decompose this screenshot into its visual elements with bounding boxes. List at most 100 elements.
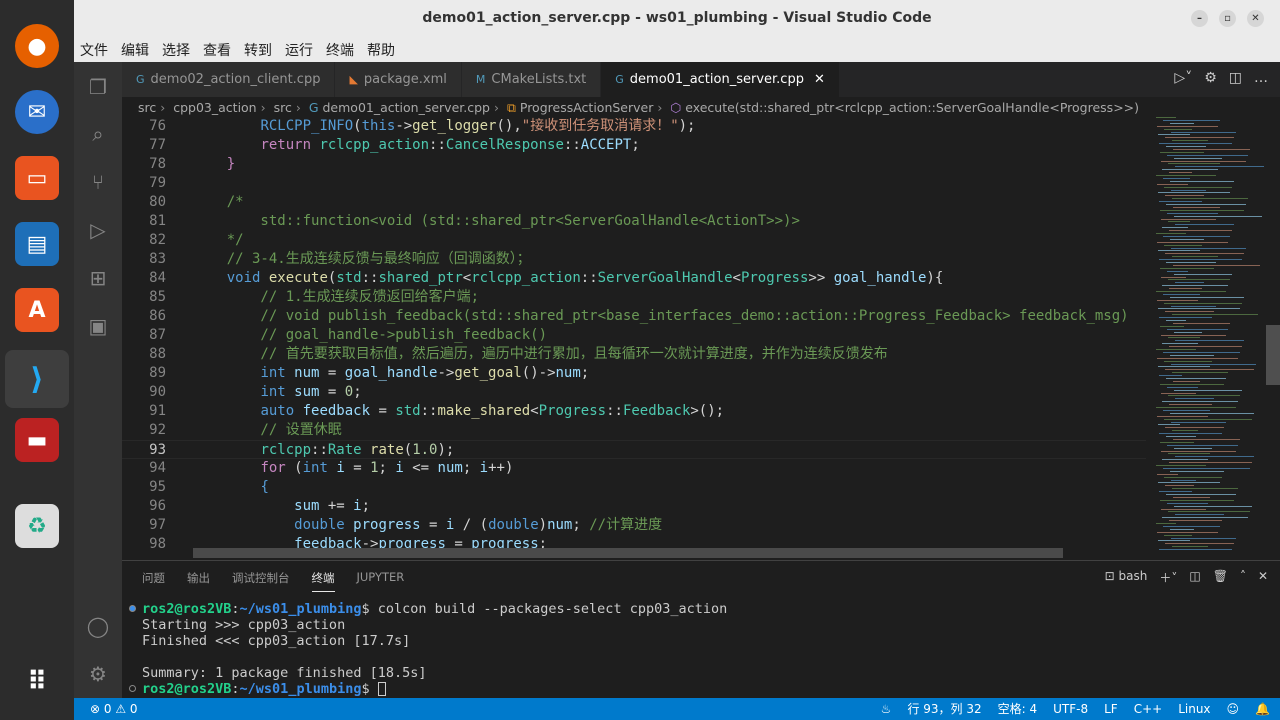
menu-edit[interactable]: 编辑 — [121, 40, 149, 60]
writer-icon[interactable]: ▤ — [15, 222, 59, 266]
code-line[interactable]: 80 /* — [122, 193, 1146, 212]
code-line[interactable]: 86 // void publish_feedback(std::shared_… — [122, 307, 1146, 326]
breadcrumb-item[interactable]: demo01_action_server.cpp — [323, 100, 490, 115]
code-line[interactable]: 83 // 3-4.生成连续反馈与最终响应（回调函数）； — [122, 250, 1146, 269]
thunderbird-icon[interactable]: ✉ — [15, 90, 59, 134]
platform[interactable]: Linux — [1178, 698, 1210, 720]
split-terminal-icon[interactable]: ◫ — [1189, 569, 1200, 586]
tab-cmakelists[interactable]: M CMakeLists.txt — [461, 62, 602, 97]
remote-explorer-icon[interactable]: ▣ — [86, 314, 110, 338]
settings-gear-icon[interactable]: ⚙ — [1204, 70, 1217, 86]
extensions-icon[interactable]: ⊞ — [86, 266, 110, 290]
ubuntu-dock: ● ✉ ▭ ▤ A ⟩ ▬ ♻ ⠿ — [0, 0, 74, 720]
code-line[interactable]: 91 auto feedback = std::make_shared<Prog… — [122, 402, 1146, 421]
minimap-line — [1156, 117, 1176, 118]
vscode-icon[interactable]: ⟩ — [5, 350, 69, 408]
split-editor-icon[interactable]: ◫ — [1229, 70, 1242, 86]
tab-package-xml[interactable]: ◣ package.xml — [335, 62, 462, 97]
horizontal-scrollbar[interactable] — [193, 548, 1063, 558]
code-line[interactable]: 88 // 首先要获取目标值，然后遍历，遍历中进行累加，且每循环一次就计算进度，… — [122, 345, 1146, 364]
code-line[interactable]: 89 int num = goal_handle->get_goal()->nu… — [122, 364, 1146, 383]
code-line[interactable]: 97 double progress = i / (double)num; //… — [122, 516, 1146, 535]
code-line[interactable]: 82 */ — [122, 231, 1146, 250]
code-line[interactable]: 87 // goal_handle->publish_feedback() — [122, 326, 1146, 345]
new-terminal-icon[interactable]: ＋˅ — [1159, 569, 1177, 586]
tab-demo02-action-client[interactable]: Gdemo02_action_client.cpp — [122, 62, 336, 97]
code-line[interactable]: 93 rclcpp::Rate rate(1.0); — [122, 440, 1146, 459]
encoding[interactable]: UTF-8 — [1053, 698, 1088, 720]
explorer-icon[interactable]: ❐ — [86, 75, 110, 99]
terminal-shell-selector[interactable]: ⊡ bash — [1105, 569, 1148, 586]
code-line[interactable]: 77 return rclcpp_action::CancelResponse:… — [122, 136, 1146, 155]
line-ending[interactable]: LF — [1104, 698, 1118, 720]
notifications-icon[interactable]: 🔔 — [1255, 698, 1270, 720]
close-panel-icon[interactable]: ✕ — [1258, 569, 1268, 586]
menu-run[interactable]: 运行 — [285, 40, 313, 60]
flame-icon[interactable]: ♨ — [881, 698, 892, 720]
language-mode[interactable]: C++ — [1134, 698, 1163, 720]
code-line[interactable]: 81 std::function<void (std::shared_ptr<S… — [122, 212, 1146, 231]
maximize-button[interactable]: ▫ — [1219, 10, 1236, 27]
panel-tab-problems[interactable]: 问题 — [142, 570, 165, 592]
problems-status[interactable]: ⊗ 0 ⚠ 0 — [90, 698, 138, 720]
close-tab-icon[interactable]: ✕ — [814, 72, 825, 87]
command-status-dot[interactable] — [129, 685, 136, 692]
files-icon[interactable]: ▭ — [15, 156, 59, 200]
code-line[interactable]: 85 // 1.生成连续反馈返回给客户端; — [122, 288, 1146, 307]
code-line[interactable]: 90 int sum = 0; — [122, 383, 1146, 402]
shell-name: bash — [1118, 569, 1148, 583]
breadcrumb-item[interactable]: execute(std::shared_ptr<rclcpp_action::S… — [685, 100, 1139, 115]
breadcrumb-item[interactable]: src — [274, 100, 292, 115]
minimap-line — [1170, 412, 1254, 414]
close-window-button[interactable]: ✕ — [1247, 10, 1264, 27]
minimize-button[interactable]: – — [1191, 10, 1208, 27]
run-debug-icon[interactable]: ▷ — [86, 218, 110, 242]
run-code-icon[interactable]: ▷˅ — [1174, 70, 1192, 86]
menu-selection[interactable]: 选择 — [162, 40, 190, 60]
menu-help[interactable]: 帮助 — [367, 40, 395, 60]
minimap-line — [1158, 482, 1220, 484]
code-token: i — [353, 498, 362, 514]
menu-go[interactable]: 转到 — [244, 40, 272, 60]
code-line[interactable]: 84 void execute(std::shared_ptr<rclcpp_a… — [122, 269, 1146, 288]
code-line[interactable]: 95 { — [122, 478, 1146, 497]
kill-terminal-icon[interactable]: 🗑 — [1213, 569, 1228, 586]
terminal-icon[interactable]: ▬ — [15, 418, 59, 462]
panel-tab-terminal[interactable]: 终端 — [311, 570, 335, 592]
search-icon[interactable]: ⌕ — [86, 122, 110, 146]
vertical-scrollbar[interactable] — [1266, 325, 1280, 385]
indentation[interactable]: 空格: 4 — [998, 698, 1038, 720]
breadcrumb-item[interactable]: cpp03_action — [173, 100, 256, 115]
firefox-icon[interactable]: ● — [15, 24, 59, 68]
tab-demo01-action-server[interactable]: Gdemo01_action_server.cpp ✕ — [601, 62, 840, 97]
panel-tab-debug-console[interactable]: 调试控制台 — [232, 570, 290, 592]
menu-view[interactable]: 查看 — [203, 40, 231, 60]
code-line[interactable]: 92 // 设置休眠 — [122, 421, 1146, 440]
code-line[interactable]: 94 for (int i = 1; i <= num; i++) — [122, 459, 1146, 478]
panel-tab-jupyter[interactable]: JUPYTER — [357, 570, 405, 592]
software-center-icon[interactable]: A — [15, 288, 59, 332]
account-icon[interactable]: ◯ — [86, 614, 110, 638]
source-control-icon[interactable]: ⑂ — [86, 170, 110, 194]
breadcrumb-item[interactable]: src — [138, 100, 156, 115]
more-actions-icon[interactable]: … — [1254, 70, 1268, 86]
menu-file[interactable]: 文件 — [80, 40, 108, 60]
trash-icon[interactable]: ♻ — [15, 504, 59, 548]
maximize-panel-icon[interactable]: ˄ — [1240, 569, 1246, 586]
minimap[interactable] — [1146, 117, 1268, 558]
code-line[interactable]: 96 sum += i; — [122, 497, 1146, 516]
menu-terminal[interactable]: 终端 — [326, 40, 354, 60]
minimap-line — [1168, 221, 1190, 223]
manage-gear-icon[interactable]: ⚙ — [86, 662, 110, 686]
command-status-dot[interactable] — [129, 605, 136, 612]
breadcrumb-item[interactable]: ProgressActionServer — [520, 100, 653, 115]
app-grid-icon[interactable]: ⠿ — [15, 660, 59, 704]
code-text: rclcpp::Rate rate(1.0); — [193, 441, 454, 460]
cursor-position[interactable]: 行 93，列 32 — [907, 698, 981, 720]
code-editor[interactable]: 76 RCLCPP_INFO(this->get_logger(),"接收到任务… — [122, 117, 1146, 558]
code-line[interactable]: 78 } — [122, 155, 1146, 174]
feedback-icon[interactable]: ☺ — [1227, 698, 1240, 720]
panel-tab-output[interactable]: 输出 — [187, 570, 210, 592]
code-line[interactable]: 76 RCLCPP_INFO(this->get_logger(),"接收到任务… — [122, 117, 1146, 136]
code-line[interactable]: 79 — [122, 174, 1146, 193]
